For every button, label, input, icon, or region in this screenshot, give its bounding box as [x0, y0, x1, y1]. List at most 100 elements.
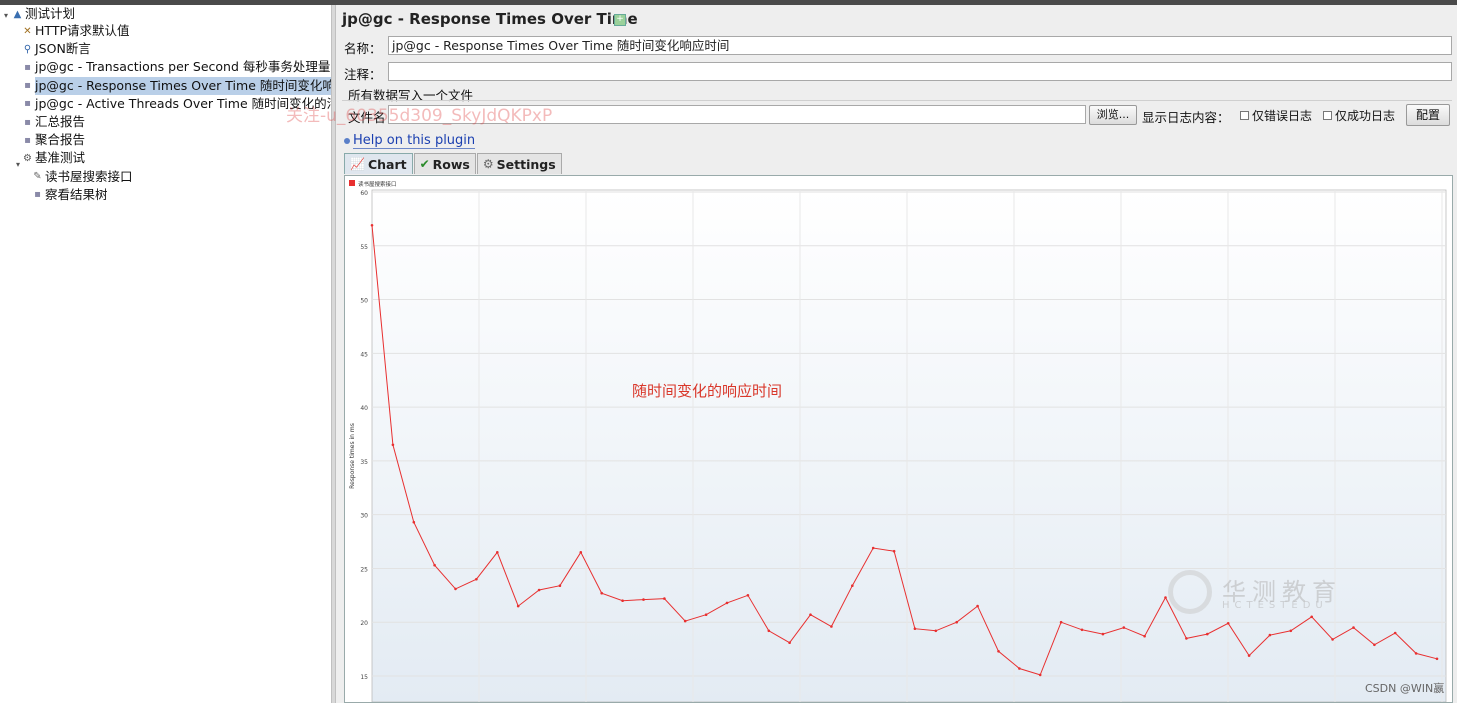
tree-item[interactable]: ▪ 察看结果树	[32, 186, 108, 204]
tree-expander-icon[interactable]: ▾	[4, 11, 8, 20]
tree-item[interactable]: ▪ jp@gc - Transactions per Second 每秒事务处理量	[22, 58, 330, 76]
data-point	[851, 584, 854, 587]
data-point	[767, 629, 771, 633]
data-point	[1143, 634, 1146, 638]
test-plan-icon: ▲	[13, 8, 22, 20]
logo-subtext: HCTESTEDU	[1222, 600, 1328, 611]
configure-button[interactable]: 配置	[1406, 104, 1450, 126]
graph-icon: ▪	[34, 189, 41, 201]
tree-item[interactable]: ▪ 汇总报告	[22, 113, 85, 131]
tree-item[interactable]: ▪ 聚合报告	[22, 131, 85, 149]
legend-swatch	[349, 180, 355, 186]
tree-item-label: jp@gc - Response Times Over Time 随时间变化响	[35, 76, 331, 95]
data-point	[516, 604, 520, 608]
data-point	[475, 577, 478, 581]
data-point	[934, 629, 938, 633]
test-plan-tree: ▲ 测试计划 ✕ HTTP请求默认值 ⚲ JSON断言 ▪ jp@gc - Transacti…	[0, 5, 331, 703]
tab-chart[interactable]: 📈 Chart	[344, 153, 413, 174]
y-tick-label: 20	[360, 620, 368, 627]
tree-item[interactable]: ✎ 读书屋搜索接口	[32, 168, 132, 186]
y-tick-label: 30	[360, 513, 368, 520]
tree-item[interactable]: ✕ HTTP请求默认值	[22, 22, 129, 40]
comment-label: 注释：	[344, 67, 382, 82]
data-point	[558, 584, 562, 587]
data-point	[1038, 673, 1042, 677]
tree-item[interactable]: ⚲ JSON断言	[22, 40, 91, 58]
graph-icon: ▪	[24, 134, 31, 146]
checkmark-icon: ✔	[419, 157, 430, 171]
name-field[interactable]: jp@gc - Response Times Over Time 随时间变化响应…	[388, 36, 1452, 55]
data-point	[1414, 652, 1418, 655]
data-point	[1268, 633, 1272, 637]
y-tick-label: 45	[360, 351, 368, 358]
tab-rows-label: Rows	[432, 156, 470, 172]
y-tick-label: 50	[360, 298, 368, 305]
browse-button[interactable]: 浏览...	[1089, 105, 1137, 125]
tree-item[interactable]: ⚙ 基准测试	[22, 149, 85, 167]
errors-only-checkbox[interactable]: 仅错误日志	[1240, 107, 1312, 124]
data-point	[976, 604, 979, 608]
data-point	[1352, 626, 1355, 629]
errors-only-label: 仅错误日志	[1252, 109, 1313, 123]
y-tick-label: 35	[360, 459, 368, 466]
legend-label: 读书屋搜索接口	[358, 180, 397, 188]
success-only-label: 仅成功日志	[1335, 109, 1396, 123]
tree-item-label: 测试计划	[25, 6, 76, 21]
logo-ring-icon	[1168, 570, 1212, 614]
tab-chart-label: Chart	[367, 156, 407, 172]
tree-expander-icon[interactable]: ▾	[16, 160, 20, 169]
data-point	[809, 613, 812, 616]
data-point	[412, 520, 416, 524]
graph-icon: ▪	[24, 80, 31, 92]
tree-item[interactable]: ▲ 测试计划	[12, 5, 75, 23]
data-point	[830, 625, 833, 628]
success-only-checkbox[interactable]: 仅成功日志	[1323, 107, 1395, 124]
data-point	[997, 650, 1000, 653]
graph-icon: ▪	[24, 116, 31, 128]
data-point	[704, 613, 708, 616]
data-point	[955, 620, 958, 624]
y-tick-label: 60	[360, 190, 368, 197]
graph-icon: ▪	[24, 98, 31, 110]
graph-icon: ▪	[24, 61, 31, 73]
chart-icon: 📈	[350, 157, 365, 171]
data-point	[1310, 615, 1313, 619]
data-point	[1101, 632, 1105, 636]
gear-icon: ⚙	[23, 152, 32, 164]
data-point	[871, 546, 875, 550]
data-point	[1185, 637, 1188, 640]
tree-item-label: 汇总报告	[35, 114, 86, 129]
comment-field[interactable]	[388, 62, 1452, 81]
tree-item-label: 聚合报告	[35, 132, 86, 148]
data-point	[433, 563, 436, 567]
tree-item-label: JSON断言	[35, 41, 91, 57]
data-point	[1331, 638, 1334, 641]
info-icon	[344, 138, 350, 144]
data-point	[621, 599, 624, 602]
tree-item-label: 察看结果树	[45, 186, 108, 202]
expand-plus-icon[interactable]: +	[614, 14, 626, 26]
help-link-label[interactable]: Help on this plugin	[353, 133, 476, 149]
magnifier-icon: ⚲	[23, 43, 32, 55]
data-point	[1122, 626, 1126, 629]
tree-item-label: jp@gc - Transactions per Second 每秒事务处理量	[35, 59, 331, 75]
data-point	[1018, 667, 1021, 670]
data-point	[391, 443, 395, 447]
y-tick-label: 40	[360, 405, 368, 412]
checkbox-box[interactable]	[1240, 111, 1249, 120]
tab-rows[interactable]: ✔ Rows	[413, 153, 476, 174]
data-point	[454, 587, 457, 591]
user-watermark: 关注-u_60355d309_SkyJdQKPxP	[286, 106, 553, 126]
data-point	[370, 224, 374, 227]
tree-item[interactable]: ▪ jp@gc - Response Times Over Time 随时间变化响	[22, 76, 331, 95]
tab-bar: 📈 Chart ✔ Rows ⚙ Settings	[344, 153, 563, 175]
tree-item[interactable]: ▪ jp@gc - Active Threads Over Time 随时间变化的…	[22, 95, 331, 113]
checkbox-box[interactable]	[1323, 111, 1332, 120]
data-point	[1164, 596, 1167, 599]
data-point	[1059, 620, 1063, 624]
tab-settings[interactable]: ⚙ Settings	[476, 153, 562, 174]
y-axis-label: Response times in ms	[349, 423, 356, 489]
data-point	[913, 627, 917, 630]
help-link[interactable]: Help on this plugin	[344, 133, 476, 149]
data-point	[1289, 629, 1293, 633]
